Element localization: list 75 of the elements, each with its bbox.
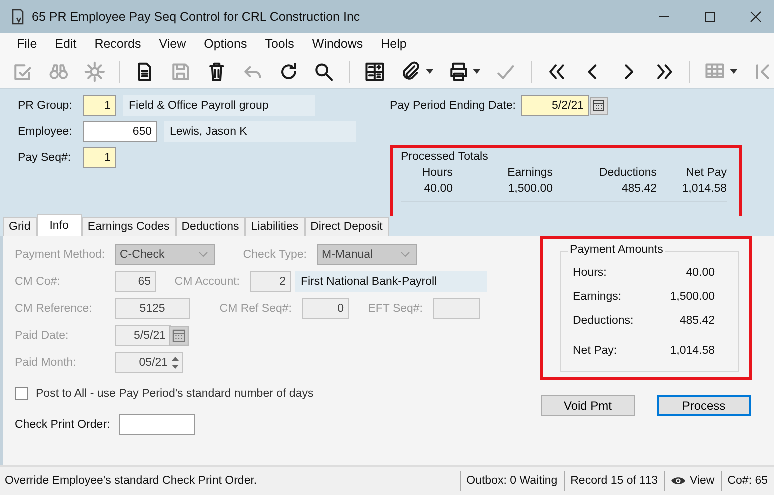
description-text: Field & Office Payroll group bbox=[123, 95, 315, 116]
menu-item[interactable]: Tools bbox=[256, 37, 304, 51]
tab[interactable]: Grid bbox=[3, 217, 37, 236]
field-label: CM Account: bbox=[174, 276, 240, 288]
description-text: Lewis, Jason K bbox=[164, 121, 356, 142]
amount-label: Hours: bbox=[573, 267, 607, 279]
window-title: 65 PR Employee Pay Seq Control for CRL Construction Inc bbox=[32, 10, 362, 24]
amount-value: 1,500.00 bbox=[670, 291, 715, 303]
column-header: Deductions bbox=[598, 167, 657, 179]
field-label: Pay Period Ending Date: bbox=[390, 100, 514, 112]
menu-item[interactable]: Windows bbox=[303, 37, 372, 51]
amount-label: Deductions: bbox=[573, 315, 634, 327]
pay-seq-field[interactable]: 1 bbox=[83, 147, 116, 168]
field-label: Paid Month: bbox=[15, 356, 78, 368]
field-label: Pay Seq#: bbox=[18, 152, 72, 164]
total-value: 1,500.00 bbox=[507, 183, 553, 195]
field-label: EFT Seq#: bbox=[367, 302, 423, 314]
field-label: Employee: bbox=[18, 126, 74, 138]
tab[interactable]: Deductions bbox=[176, 217, 246, 236]
field-label: CM Ref Seq#: bbox=[218, 302, 292, 314]
group-title: Processed Totals bbox=[401, 151, 490, 163]
checkbox-label: Post to All - use Pay Period's standard number of days bbox=[36, 388, 314, 400]
view-mode: View bbox=[690, 475, 715, 487]
field-label: PR Group: bbox=[18, 100, 74, 112]
tab[interactable]: Direct Deposit bbox=[304, 217, 389, 236]
amount-value: 40.00 bbox=[686, 267, 715, 279]
action-button[interactable]: Process bbox=[657, 395, 751, 416]
close-icon[interactable] bbox=[750, 10, 762, 22]
field-label: Paid Date: bbox=[15, 330, 70, 342]
menu-item[interactable]: Help bbox=[372, 37, 416, 51]
calendar-icon[interactable] bbox=[590, 96, 608, 114]
total-value: 485.42 bbox=[620, 183, 657, 195]
calendar-icon[interactable] bbox=[169, 326, 189, 346]
company-number: Co#: 65 bbox=[720, 471, 774, 491]
caret-icon[interactable] bbox=[473, 69, 482, 74]
caret-icon[interactable] bbox=[730, 69, 738, 74]
check-print-order-field[interactable] bbox=[119, 414, 195, 435]
amount-label: Net Pay: bbox=[573, 345, 618, 357]
column-header: Net Pay bbox=[685, 167, 727, 179]
menu-item[interactable]: File bbox=[8, 37, 46, 51]
caret-icon[interactable] bbox=[426, 69, 434, 74]
menu-item[interactable]: Edit bbox=[46, 37, 86, 51]
outbox-status: Outbox: 0 Waiting bbox=[460, 471, 564, 491]
tab[interactable]: Earnings Codes bbox=[82, 217, 176, 236]
tab[interactable]: Info bbox=[36, 214, 82, 236]
column-header: Hours bbox=[421, 167, 453, 179]
tab[interactable]: Liabilities bbox=[245, 217, 305, 236]
calculator-icon[interactable] bbox=[364, 60, 386, 82]
app-icon bbox=[10, 8, 26, 24]
amount-value: 485.42 bbox=[680, 315, 715, 327]
employee-field[interactable]: 650 bbox=[83, 121, 157, 142]
date-field[interactable]: 5/2/21 bbox=[521, 95, 589, 116]
eye-icon bbox=[671, 476, 686, 486]
field-label: CM Co#: bbox=[15, 276, 62, 288]
maximize-icon[interactable] bbox=[704, 10, 716, 22]
menu-item[interactable]: Options bbox=[195, 37, 256, 51]
amount-value: 1,014.58 bbox=[670, 345, 715, 357]
menu-item[interactable]: View bbox=[150, 37, 196, 51]
action-button[interactable]: Void Pmt bbox=[541, 395, 635, 416]
field-label: Payment Method: bbox=[15, 248, 106, 260]
amount-label: Earnings: bbox=[573, 291, 622, 303]
record-counter: Record 15 of 113 bbox=[564, 471, 664, 491]
field-label: Check Print Order: bbox=[15, 418, 112, 430]
column-header: Earnings bbox=[506, 167, 553, 179]
field-label: Check Type: bbox=[242, 248, 307, 260]
status-message: Override Employee's standard Check Print Order. bbox=[4, 475, 258, 487]
checkbox[interactable] bbox=[15, 387, 28, 400]
total-value: 1,014.58 bbox=[681, 183, 727, 195]
total-value: 40.00 bbox=[423, 183, 453, 195]
menu-item[interactable]: Records bbox=[86, 37, 150, 51]
pr-group-field[interactable]: 1 bbox=[83, 95, 116, 116]
description-text: First National Bank-Payroll bbox=[295, 271, 487, 292]
field-label: CM Reference: bbox=[15, 302, 94, 314]
printer-icon[interactable] bbox=[448, 60, 470, 82]
group-title: Payment Amounts bbox=[568, 244, 666, 256]
